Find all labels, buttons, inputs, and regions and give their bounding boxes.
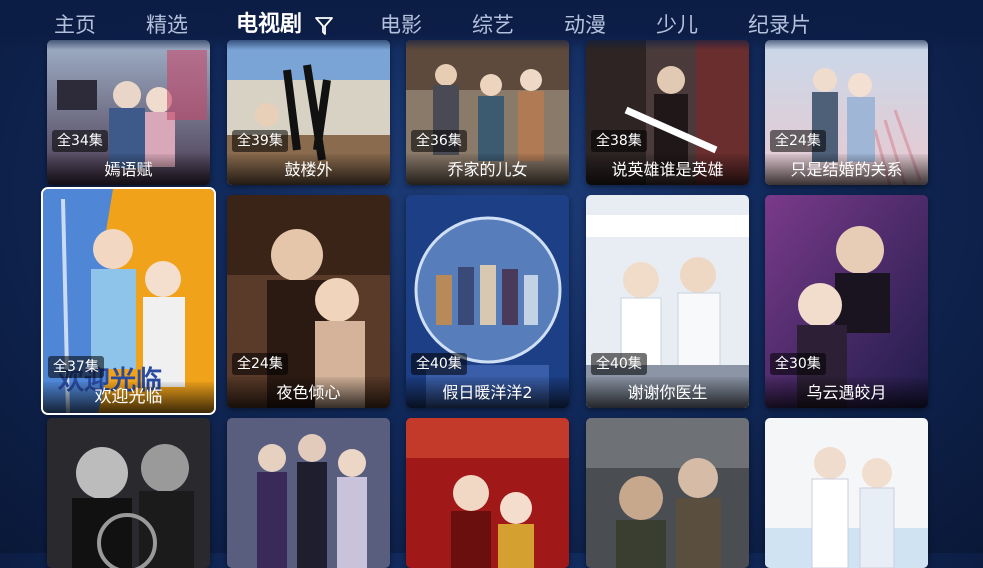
poster-image: 欢迎光临 [43,189,214,413]
episode-count-badge: 全39集 [232,130,288,152]
poster-title: 嫣语赋 [47,154,210,185]
nav-tab-featured[interactable]: 精选 [146,10,188,40]
nav-tab-documentary[interactable]: 纪录片 [748,10,811,40]
episode-count-badge: 全34集 [52,130,108,152]
poster-card[interactable] [406,418,569,568]
poster-image [406,418,569,568]
episode-count-badge: 全24集 [770,130,826,152]
poster-title: 夜色倾心 [227,377,390,408]
nav-tab-home[interactable]: 主页 [54,10,96,40]
poster-grid: 全34集 嫣语赋 全39集 鼓楼外 全36集 乔家的儿女 全38集 说英雄谁是英… [0,0,983,568]
episode-count-badge: 全40集 [591,353,647,375]
poster-card[interactable]: 全40集 谢谢你医生 [586,195,749,408]
poster-title: 谢谢你医生 [586,377,749,408]
filter-icon[interactable] [314,16,334,36]
poster-image [227,418,390,568]
poster-card[interactable]: 全38集 说英雄谁是英雄 [586,40,749,185]
top-nav-bar: 主页 精选 电视剧 电影 综艺 动漫 少儿 纪录片 [0,0,983,50]
episode-count-badge: 全40集 [411,353,467,375]
poster-card-selected[interactable]: 欢迎光临 全37集 欢迎光临 [41,187,216,415]
nav-tab-movies[interactable]: 电影 [380,10,422,40]
poster-card[interactable]: 全40集 假日暖洋洋2 [406,195,569,408]
poster-card[interactable]: 全24集 夜色倾心 [227,195,390,408]
episode-count-badge: 全24集 [232,353,288,375]
nav-tab-anime[interactable]: 动漫 [564,10,606,40]
poster-card[interactable] [227,418,390,568]
nav-tab-variety[interactable]: 综艺 [472,10,514,40]
poster-title: 说英雄谁是英雄 [586,154,749,185]
poster-image [765,418,928,568]
nav-tab-tv-series[interactable]: 电视剧 [236,10,302,40]
poster-card[interactable]: 全39集 鼓楼外 [227,40,390,185]
poster-title: 只是结婚的关系 [765,154,928,185]
poster-title: 欢迎光临 [43,382,214,413]
poster-title: 乌云遇皎月 [765,377,928,408]
poster-card[interactable] [47,418,210,568]
poster-card[interactable]: 全30集 乌云遇皎月 [765,195,928,408]
poster-card[interactable]: 全24集 只是结婚的关系 [765,40,928,185]
poster-title: 鼓楼外 [227,154,390,185]
episode-count-badge: 全36集 [411,130,467,152]
poster-card[interactable]: 全36集 乔家的儿女 [406,40,569,185]
poster-card[interactable] [586,418,749,568]
nav-tab-kids[interactable]: 少儿 [656,10,698,40]
poster-card[interactable] [765,418,928,568]
poster-image [47,418,210,568]
episode-count-badge: 全38集 [591,130,647,152]
poster-title: 假日暖洋洋2 [406,377,569,408]
poster-card[interactable]: 全34集 嫣语赋 [47,40,210,185]
episode-count-badge: 全30集 [770,353,826,375]
poster-title: 乔家的儿女 [406,154,569,185]
episode-count-badge: 全37集 [48,356,104,378]
poster-image [586,418,749,568]
